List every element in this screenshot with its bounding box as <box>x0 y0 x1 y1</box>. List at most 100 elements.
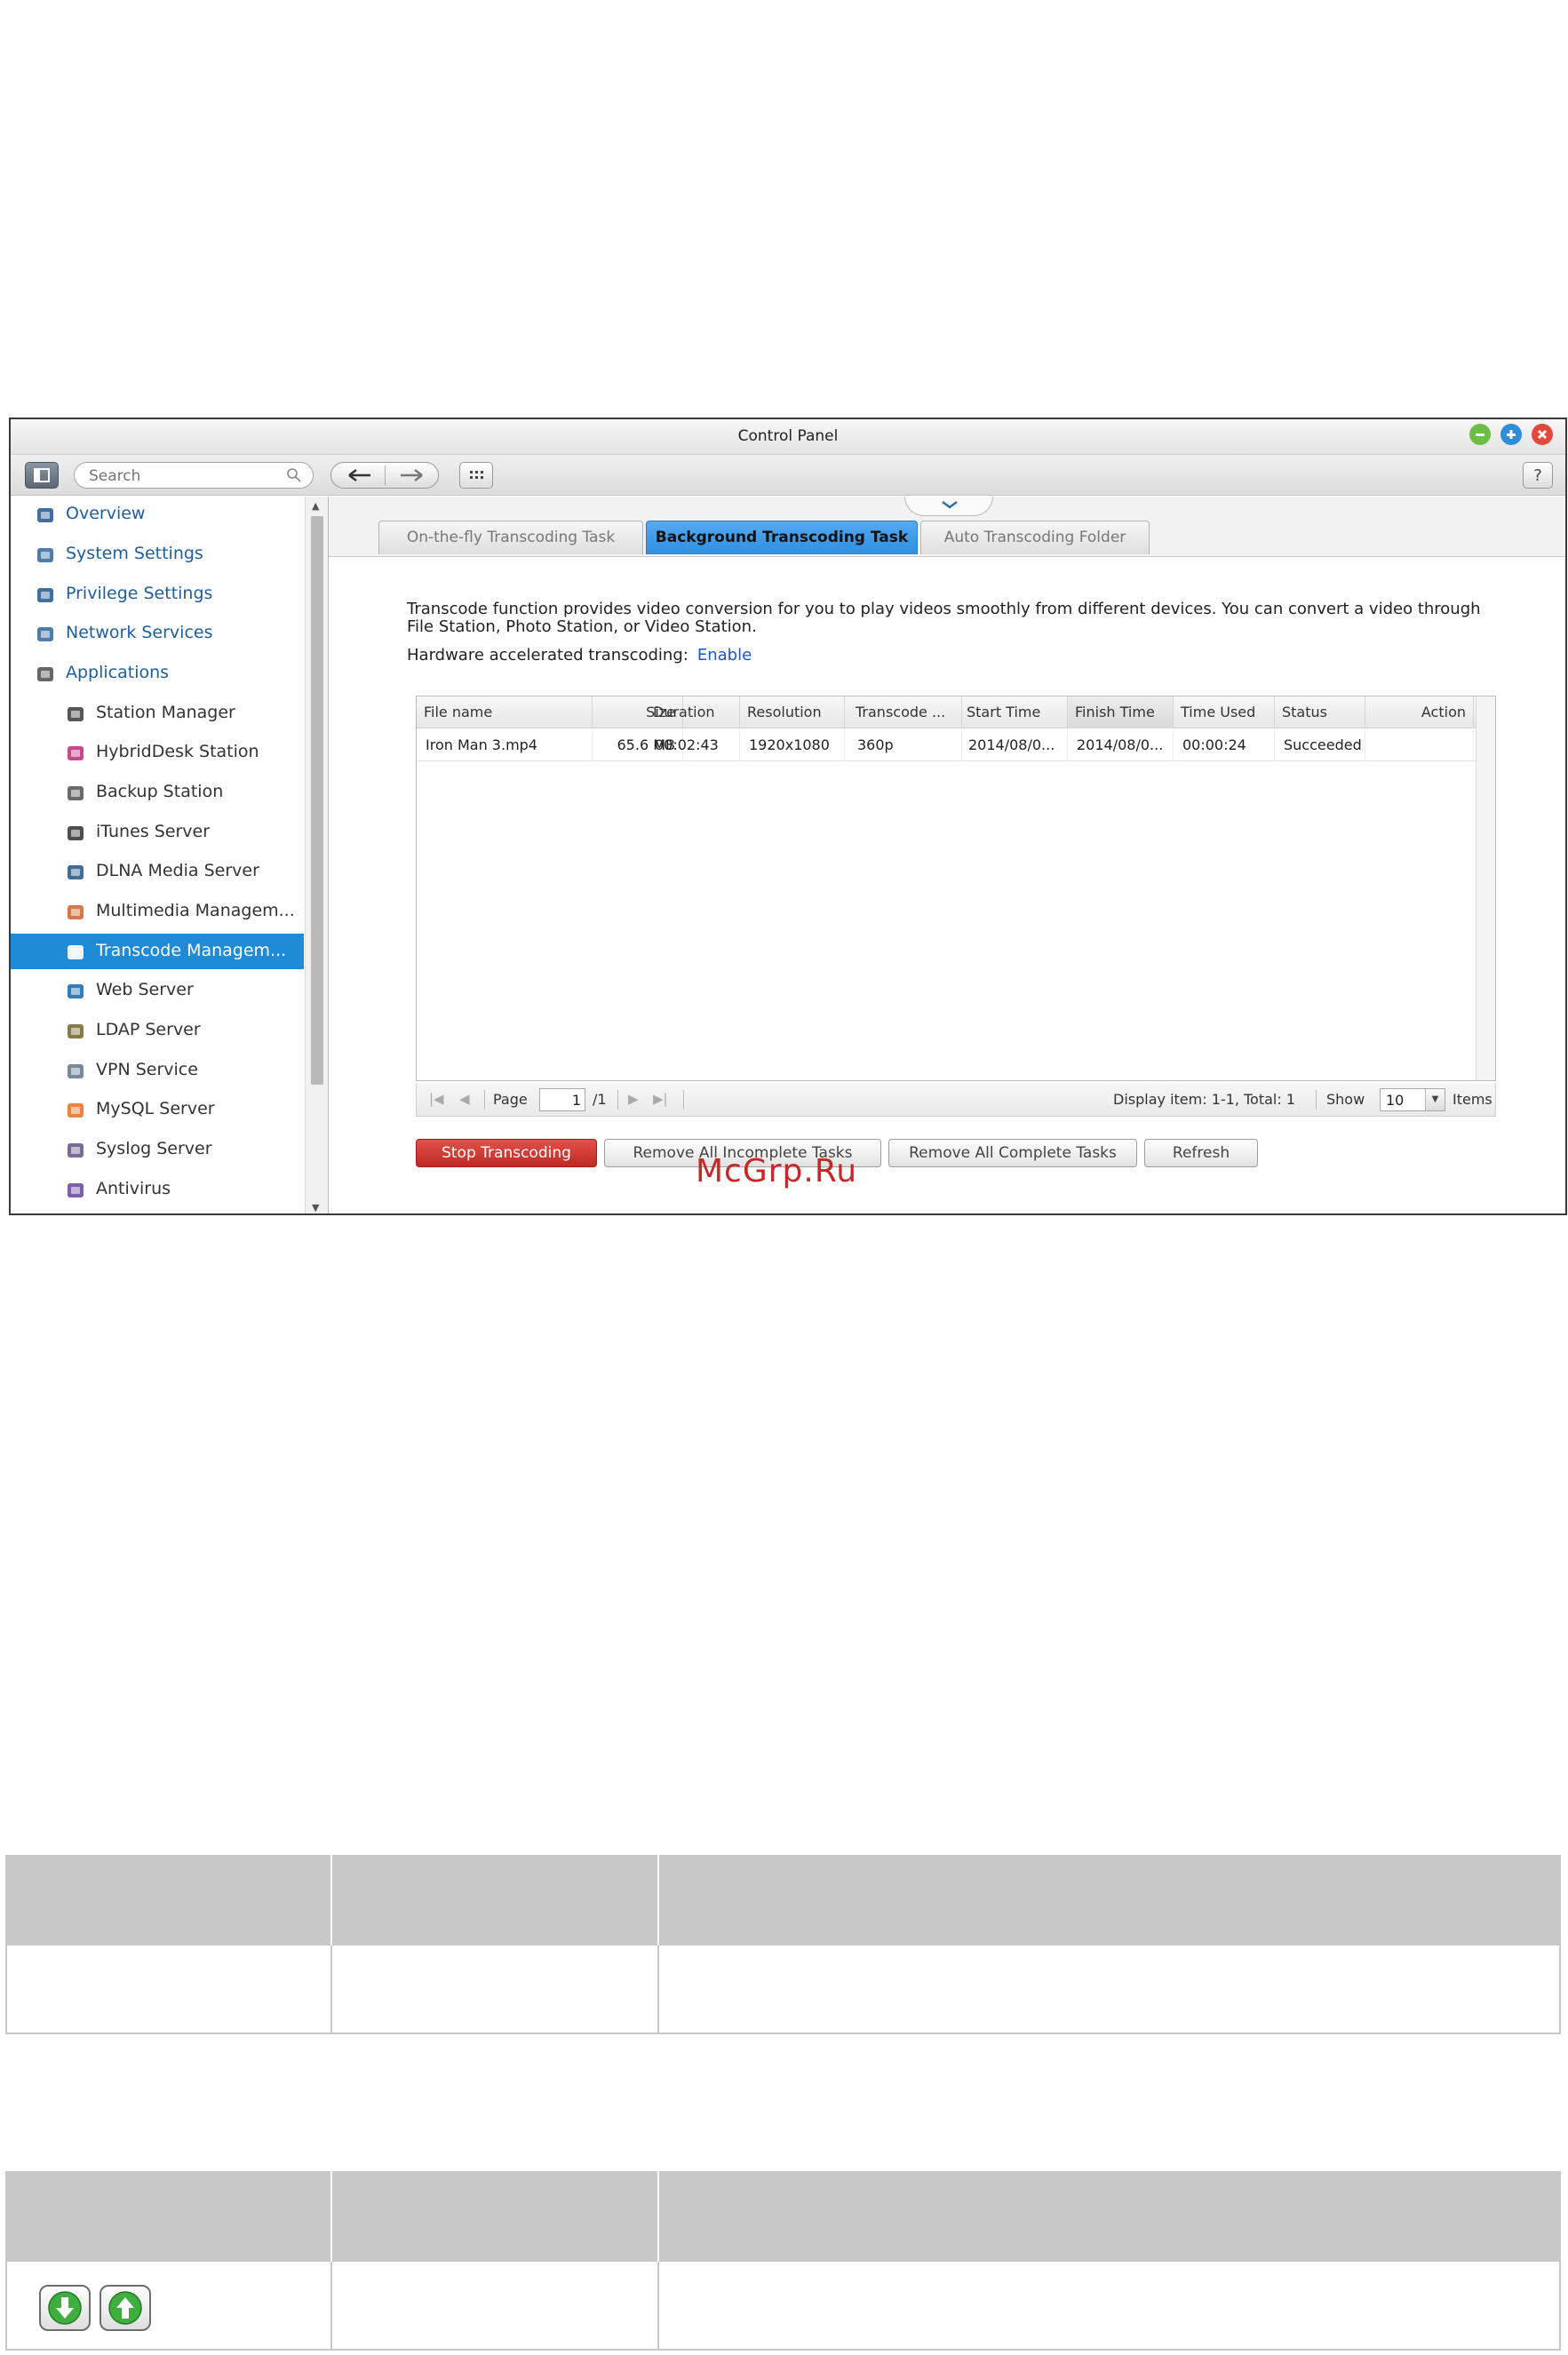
table-cell <box>5 2262 332 2351</box>
tab-background[interactable]: Background Transcoding Task <box>646 521 918 554</box>
sidebar-item-mysql-server[interactable]: MySQL Server <box>11 1092 304 1127</box>
tab-strip: On-the-fly Transcoding Task Background T… <box>329 497 1565 557</box>
display-items-text: Display item: 1-1, Total: 1 <box>1113 1091 1296 1108</box>
transcode-icon <box>66 943 85 962</box>
column-header[interactable]: Action <box>1365 696 1474 728</box>
sidebar-item-multimedia-managem[interactable]: Multimedia Managem... <box>11 894 304 929</box>
scroll-down-icon[interactable]: ▼ <box>312 1202 319 1213</box>
pager-divider <box>484 1090 485 1110</box>
last-page-icon[interactable]: ▶| <box>653 1091 668 1107</box>
first-page-icon[interactable]: |◀ <box>429 1091 444 1107</box>
sidebar-item-label: iTunes Server <box>96 822 211 841</box>
scroll-up-icon[interactable]: ▲ <box>312 500 319 512</box>
column-header[interactable]: Transcode ... <box>848 696 962 728</box>
sidebar-item-backup-station[interactable]: Backup Station <box>11 775 304 810</box>
sidebar-item-privilege-settings[interactable]: Privilege Settings <box>11 577 304 612</box>
sidebar-scrollbar[interactable]: ▲ ▼ <box>305 497 328 1213</box>
column-header[interactable]: Resolution <box>740 696 845 728</box>
table-cell <box>657 2262 1561 2351</box>
column-header[interactable]: Finish Time <box>1068 696 1174 728</box>
nav-divider <box>385 465 386 485</box>
table-cell <box>5 1945 332 2034</box>
sidebar-item-label: Antivirus <box>96 1179 171 1198</box>
sidebar: Overview System Settings Privilege Setting… <box>11 497 329 1213</box>
apps-grid-button[interactable] <box>459 462 493 489</box>
table-header-cell <box>332 1855 659 1945</box>
grid-scrollbar[interactable] <box>1476 696 1495 1080</box>
navigation-group <box>330 462 439 489</box>
sidebar-item-network-services[interactable]: Network Services <box>11 616 304 651</box>
maximize-button[interactable] <box>1500 424 1522 445</box>
show-label: Show <box>1326 1091 1365 1108</box>
move-down-button[interactable] <box>39 2285 91 2331</box>
sidebar-item-vpn-service[interactable]: VPN Service <box>11 1053 304 1088</box>
sidebar-item-dlna-media-server[interactable]: DLNA Media Server <box>11 854 304 889</box>
refresh-button[interactable]: Refresh <box>1144 1139 1258 1167</box>
sidebar-item-web-server[interactable]: Web Server <box>11 973 304 1008</box>
prev-page-icon[interactable]: ◀ <box>459 1091 470 1107</box>
minimize-button[interactable] <box>1469 424 1491 445</box>
sidebar-item-label: Privilege Settings <box>66 584 213 603</box>
table-cell <box>330 2262 659 2351</box>
syslog-icon <box>66 1141 85 1160</box>
menu-toggle-button[interactable] <box>25 462 59 489</box>
dlna-icon <box>66 863 85 882</box>
tab-auto-folder[interactable]: Auto Transcoding Folder <box>920 521 1150 554</box>
help-icon: ? <box>1533 466 1542 485</box>
sidebar-item-label: Network Services <box>66 623 213 642</box>
tab-on-the-fly[interactable]: On-the-fly Transcoding Task <box>378 521 643 554</box>
back-arrow-icon[interactable] <box>337 465 381 485</box>
table-cell: Iron Man 3.mp4 <box>417 729 593 761</box>
chevron-down-icon[interactable]: ▼ <box>1425 1089 1445 1110</box>
grid-header: File name Size Duration Resolution Transcode… <box>417 696 1495 728</box>
help-button[interactable]: ? <box>1523 462 1553 489</box>
chevron-down-icon <box>942 501 958 509</box>
sidebar-item-label: Backup Station <box>96 782 224 801</box>
search-input[interactable] <box>89 466 267 486</box>
forward-arrow-icon[interactable] <box>390 465 434 485</box>
sidebar-item-itunes-server[interactable]: iTunes Server <box>11 815 304 850</box>
sidebar-item-overview[interactable]: Overview <box>11 497 304 532</box>
sidebar-item-station-manager[interactable]: Station Manager <box>11 696 304 731</box>
enable-link[interactable]: Enable <box>697 646 752 664</box>
move-up-button[interactable] <box>99 2285 151 2331</box>
sidebar-item-applications[interactable]: Applications <box>11 656 304 691</box>
sidebar-item-label: Transcode Managem... <box>96 941 287 960</box>
task-grid: File name Size Duration Resolution Transcode… <box>416 696 1496 1081</box>
pager-divider <box>1316 1090 1317 1110</box>
page-label: Page <box>493 1091 528 1108</box>
items-per-page-select[interactable]: 10 ▼ <box>1380 1088 1445 1111</box>
table-cell: Succeeded <box>1275 729 1365 761</box>
close-button[interactable] <box>1532 424 1553 445</box>
stop-transcoding-button[interactable]: Stop Transcoding <box>416 1139 597 1167</box>
sidebar-item-syslog-server[interactable]: Syslog Server <box>11 1132 304 1167</box>
column-header[interactable]: Duration <box>646 696 740 728</box>
maximize-icon <box>1507 430 1516 439</box>
items-per-page-value: 10 <box>1386 1092 1405 1109</box>
sidebar-item-transcode-managem[interactable]: Transcode Managem... <box>11 934 304 969</box>
web-icon <box>66 982 85 1001</box>
sidebar-item-ldap-server[interactable]: LDAP Server <box>11 1013 304 1048</box>
sidebar-item-label: VPN Service <box>96 1060 198 1079</box>
table-cell: 360p <box>848 729 962 761</box>
sidebar-item-antivirus[interactable]: Antivirus <box>11 1172 304 1207</box>
station-manager-icon <box>66 704 85 724</box>
backup-icon <box>66 784 85 803</box>
column-header[interactable]: Start Time <box>959 696 1068 728</box>
overview-icon <box>36 505 55 525</box>
sidebar-item-hybriddesk-station[interactable]: HybridDesk Station <box>11 735 304 770</box>
grid-icon <box>470 471 483 479</box>
remove-complete-button[interactable]: Remove All Complete Tasks <box>888 1139 1137 1167</box>
sidebar-scroll-thumb[interactable] <box>311 516 323 1085</box>
next-page-icon[interactable]: ▶ <box>628 1091 639 1107</box>
table-row[interactable]: Iron Man 3.mp4 65.6 MB 00:02:43 1920x1080 36… <box>417 729 1495 761</box>
search-icon[interactable] <box>286 467 302 483</box>
arrow-down-icon <box>48 2291 82 2325</box>
column-header[interactable]: Status <box>1275 696 1365 728</box>
page-number-input[interactable] <box>539 1088 585 1111</box>
sidebar-item-system-settings[interactable]: System Settings <box>11 537 304 572</box>
pager-divider <box>617 1090 618 1110</box>
column-header[interactable]: File name <box>417 696 593 728</box>
column-header[interactable]: Time Used <box>1174 696 1275 728</box>
collapse-handle[interactable] <box>904 497 993 516</box>
